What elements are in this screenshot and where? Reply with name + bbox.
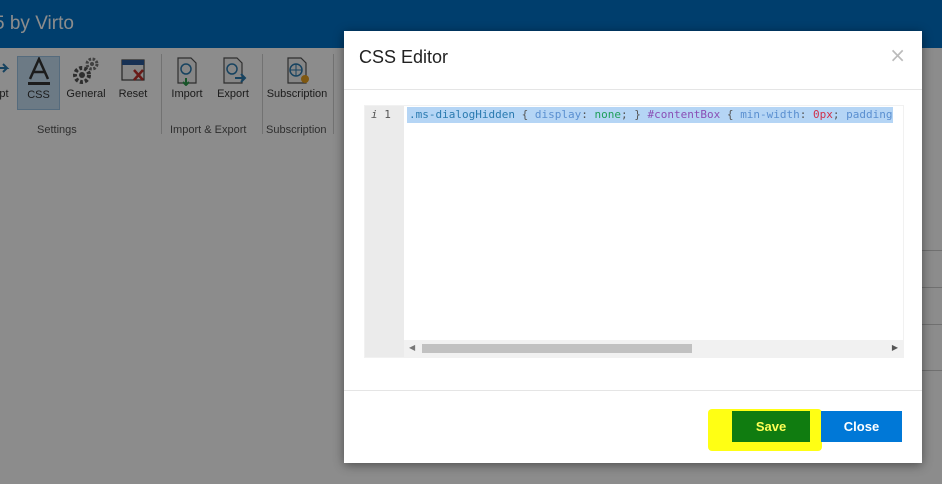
code-area[interactable]: .ms-dialogHidden { display: none; } #con… bbox=[407, 106, 903, 340]
horizontal-scrollbar[interactable]: ◀ ▶ bbox=[404, 340, 903, 357]
code-token: 0px bbox=[813, 108, 833, 121]
code-token: : bbox=[581, 108, 595, 121]
dialog-title: CSS Editor bbox=[359, 47, 449, 67]
line-gutter: i 1 bbox=[365, 106, 404, 357]
code-token: none bbox=[594, 108, 621, 121]
code-token: : bbox=[799, 108, 814, 121]
code-token: min-width bbox=[740, 108, 800, 121]
info-marker: i bbox=[371, 108, 378, 121]
scroll-left-icon[interactable]: ◀ bbox=[409, 343, 415, 352]
code-token: ; bbox=[832, 108, 847, 121]
scrollbar-thumb[interactable] bbox=[422, 344, 692, 353]
code-token: { bbox=[514, 108, 535, 121]
code-editor[interactable]: i 1 .ms-dialogHidden { display: none; } … bbox=[364, 105, 904, 358]
code-line[interactable]: .ms-dialogHidden { display: none; } #con… bbox=[407, 107, 893, 123]
close-icon[interactable]: × bbox=[889, 43, 906, 67]
code-token: { bbox=[720, 108, 741, 121]
css-editor-dialog: CSS Editor × i 1 .ms-dialogHidden { disp… bbox=[344, 31, 922, 463]
code-token: #contentBox bbox=[647, 108, 721, 121]
code-token: .ms-dialogHidden bbox=[409, 108, 515, 121]
scroll-right-icon[interactable]: ▶ bbox=[892, 343, 898, 352]
line-number: i 1 bbox=[371, 108, 391, 121]
save-button[interactable]: Save bbox=[732, 411, 810, 442]
line-number-value: 1 bbox=[384, 108, 391, 121]
close-button[interactable]: Close bbox=[821, 411, 902, 442]
code-token: ; } bbox=[620, 108, 648, 121]
divider bbox=[344, 89, 922, 90]
code-token: padding bbox=[846, 108, 893, 121]
divider bbox=[344, 390, 922, 391]
code-token: display bbox=[534, 108, 582, 121]
